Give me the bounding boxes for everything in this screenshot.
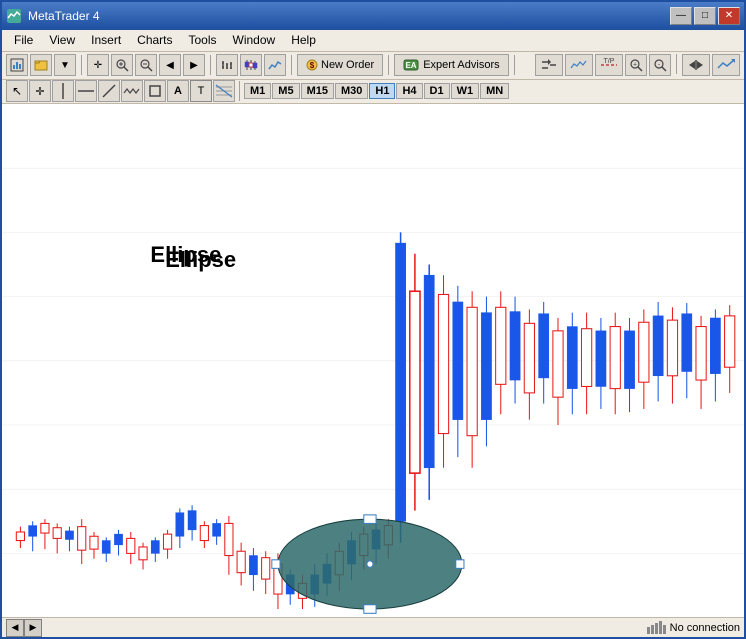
- menu-tools[interactable]: Tools: [181, 31, 225, 49]
- crosshair-tool[interactable]: ✛: [29, 80, 51, 102]
- depth-btn[interactable]: [535, 54, 563, 76]
- scroll-left-btn[interactable]: ◀: [159, 54, 181, 76]
- menu-help[interactable]: Help: [283, 31, 324, 49]
- tf-m1[interactable]: M1: [244, 83, 271, 99]
- separator-5: [514, 55, 515, 75]
- rect-tool[interactable]: [144, 80, 166, 102]
- title-bar: MetaTrader 4 — □ ✕: [2, 2, 744, 30]
- tf-h1[interactable]: H1: [369, 83, 395, 99]
- bar-chart-btn[interactable]: [216, 54, 238, 76]
- svg-text:$: $: [310, 61, 315, 70]
- menu-view[interactable]: View: [41, 31, 83, 49]
- horizontal-line-tool[interactable]: [75, 80, 97, 102]
- tf-h4[interactable]: H4: [396, 83, 422, 99]
- scroll-chart-btn[interactable]: [682, 54, 710, 76]
- toolbar-drawing: ↖ ✛ A T M1: [2, 80, 744, 104]
- zoom-in-btn[interactable]: [111, 54, 133, 76]
- line-chart-btn[interactable]: [264, 54, 286, 76]
- fib-tool[interactable]: [213, 80, 235, 102]
- connection-icon: [646, 621, 666, 635]
- text-label-tool[interactable]: T: [190, 80, 212, 102]
- tf-mn[interactable]: MN: [480, 83, 509, 99]
- expert-advisors-label: Expert Advisors: [423, 59, 499, 71]
- menu-charts[interactable]: Charts: [129, 31, 180, 49]
- dropdown-arrow[interactable]: ▼: [54, 54, 76, 76]
- separator-2: [210, 55, 211, 75]
- separator-tf: [239, 81, 240, 101]
- svg-text:EA: EA: [406, 61, 417, 70]
- menu-insert[interactable]: Insert: [83, 31, 129, 49]
- svg-text:T/P: T/P: [604, 58, 615, 65]
- diagonal-line-tool[interactable]: [98, 80, 120, 102]
- tf-m30[interactable]: M30: [335, 83, 368, 99]
- tf-m5[interactable]: M5: [272, 83, 299, 99]
- connection-status: No connection: [670, 622, 740, 634]
- tf-m15[interactable]: M15: [301, 83, 334, 99]
- chart-svg: [2, 104, 744, 618]
- wave-tool[interactable]: [121, 80, 143, 102]
- maximize-button[interactable]: □: [694, 7, 716, 25]
- vertical-line-tool[interactable]: [52, 80, 74, 102]
- zoom-out2-btn[interactable]: -: [649, 54, 671, 76]
- toolbar-main: ▼ ✛ ◀ ▶: [2, 52, 744, 80]
- separator-4: [388, 55, 389, 75]
- tick-btn[interactable]: [565, 54, 593, 76]
- window-controls: — □ ✕: [670, 7, 740, 25]
- menu-window[interactable]: Window: [225, 31, 284, 49]
- ellipse-label: Ellipse: [165, 247, 236, 273]
- separator-1: [81, 55, 82, 75]
- separator-6: [676, 54, 677, 74]
- new-chart-btn[interactable]: [6, 54, 28, 76]
- separator-3: [291, 55, 292, 75]
- open-btn[interactable]: [30, 54, 52, 76]
- scroll-left-status[interactable]: ◀: [6, 619, 24, 637]
- expert-advisors-button[interactable]: EA Expert Advisors: [394, 54, 508, 76]
- cursor-tool[interactable]: ↖: [6, 80, 28, 102]
- scroll-right-btn[interactable]: ▶: [183, 54, 205, 76]
- main-content: Ellipse: [2, 104, 744, 618]
- tf-d1[interactable]: D1: [424, 83, 450, 99]
- new-order-button[interactable]: $ New Order: [297, 54, 383, 76]
- auto-scroll-btn[interactable]: [712, 54, 740, 76]
- title-text: MetaTrader 4: [28, 9, 670, 23]
- tf-w1[interactable]: W1: [451, 83, 480, 99]
- status-right: No connection: [646, 621, 740, 635]
- status-bar: ◀ ▶ No connection: [2, 617, 744, 637]
- zoom-chart-btn[interactable]: +: [625, 54, 647, 76]
- close-button[interactable]: ✕: [718, 7, 740, 25]
- app-icon: [6, 8, 22, 24]
- zoom-out-btn[interactable]: [135, 54, 157, 76]
- scroll-right-status[interactable]: ▶: [24, 619, 42, 637]
- crosshair-btn[interactable]: ✛: [87, 54, 109, 76]
- text-tool[interactable]: A: [167, 80, 189, 102]
- svg-text:+: +: [633, 62, 637, 69]
- menu-file[interactable]: File: [6, 31, 41, 49]
- new-order-label: New Order: [321, 59, 374, 71]
- minimize-button[interactable]: —: [670, 7, 692, 25]
- candle-btn[interactable]: [240, 54, 262, 76]
- menu-bar: File View Insert Charts Tools Window Hel…: [2, 30, 744, 52]
- trade-levels-btn[interactable]: T/P: [595, 54, 623, 76]
- chart-area[interactable]: Ellipse: [2, 104, 744, 618]
